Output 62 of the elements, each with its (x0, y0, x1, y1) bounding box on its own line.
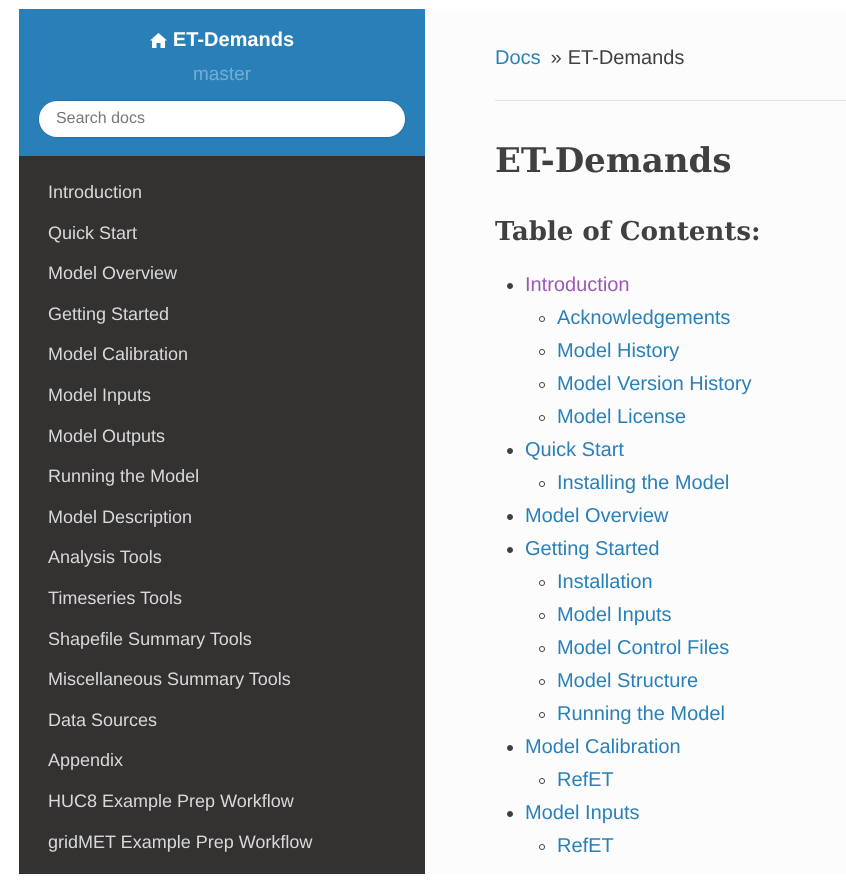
sidebar-item[interactable]: Model Inputs (19, 374, 152, 416)
bullet-icon (539, 678, 545, 684)
sidebar-item[interactable]: Appendix (19, 740, 124, 781)
version-label: master (192, 64, 252, 86)
page-title: ET-Demands (495, 141, 732, 181)
sidebar-item[interactable]: Model Calibration (19, 334, 188, 375)
section-heading: Table of Contents: (495, 217, 762, 247)
toc-link[interactable]: Model Inputs (525, 797, 640, 830)
sidebar-item[interactable]: Timeseries Tools (19, 578, 182, 619)
breadcrumb-current: ET-Demands (568, 47, 684, 70)
bullet-icon (539, 646, 545, 652)
home-icon (150, 33, 167, 48)
sidebar-item[interactable]: gridMET Example Prep Workflow (19, 822, 312, 862)
sidebar-item[interactable]: Getting Started (19, 294, 170, 334)
bullet-icon (507, 282, 513, 288)
breadcrumb-separator: » (550, 47, 562, 70)
bullet-icon (507, 448, 513, 454)
bullet-icon (539, 348, 545, 354)
toc-link[interactable]: Model Version History (557, 368, 752, 401)
sidebar-item[interactable]: Shapefile Summary Tools (19, 618, 252, 660)
bullet-icon (539, 414, 545, 420)
toc-link[interactable]: Model Structure (557, 665, 698, 698)
toc-link[interactable]: Getting Started (525, 533, 660, 566)
bullet-icon (539, 382, 545, 388)
toc-link[interactable]: Model Control Files (557, 632, 730, 665)
bullet-icon (507, 744, 513, 750)
breadcrumb-link[interactable]: Docs (495, 47, 541, 70)
project-home-link[interactable]: ET-Demands (150, 29, 294, 52)
search-field[interactable]: Search docs (38, 100, 406, 138)
sidebar-item[interactable]: Model Outputs (19, 416, 166, 456)
sidebar-item[interactable]: Model Description (19, 496, 192, 538)
sidebar-item[interactable]: Quick Start (19, 212, 138, 254)
sidebar-item[interactable]: Data Sources (19, 700, 158, 740)
toc-link[interactable]: Running the Model (557, 698, 725, 731)
bullet-icon (539, 580, 545, 586)
toc-link[interactable]: Model Overview (525, 500, 668, 533)
toc-link[interactable]: RefET (557, 830, 614, 863)
sidebar-item[interactable]: Running the Model (19, 456, 200, 497)
toc-link[interactable]: Introduction (525, 269, 630, 302)
toc-link[interactable]: Model Calibration (525, 731, 681, 764)
sidebar-item[interactable]: Analysis Tools (19, 537, 162, 578)
toc-link[interactable]: Quick Start (525, 434, 624, 467)
bullet-icon (507, 810, 513, 816)
bullet-icon (539, 612, 545, 618)
bullet-icon (539, 844, 545, 850)
toc-link[interactable]: RefET (557, 764, 614, 797)
sidebar-item[interactable]: HUC8 Example Prep Workflow (19, 780, 294, 822)
toc-link[interactable]: Model Inputs (557, 599, 672, 632)
bullet-icon (507, 514, 513, 520)
bullet-icon (539, 712, 545, 718)
bullet-icon (539, 480, 545, 486)
bullet-icon (539, 778, 545, 784)
toc-link[interactable]: Model License (557, 401, 686, 434)
toc-link[interactable]: Installing the Model (557, 467, 730, 500)
sidebar-item[interactable]: Miscellaneous Summary Tools (19, 659, 291, 700)
toc-link[interactable]: Acknowledgements (557, 302, 730, 335)
sidebar-item[interactable]: Model Overview (19, 253, 178, 294)
bullet-icon (539, 316, 545, 322)
bullet-icon (507, 546, 513, 552)
sidebar-item[interactable]: Introduction (19, 172, 142, 213)
toc-link[interactable]: Model History (557, 335, 680, 368)
toc-link[interactable]: Installation (557, 566, 653, 599)
